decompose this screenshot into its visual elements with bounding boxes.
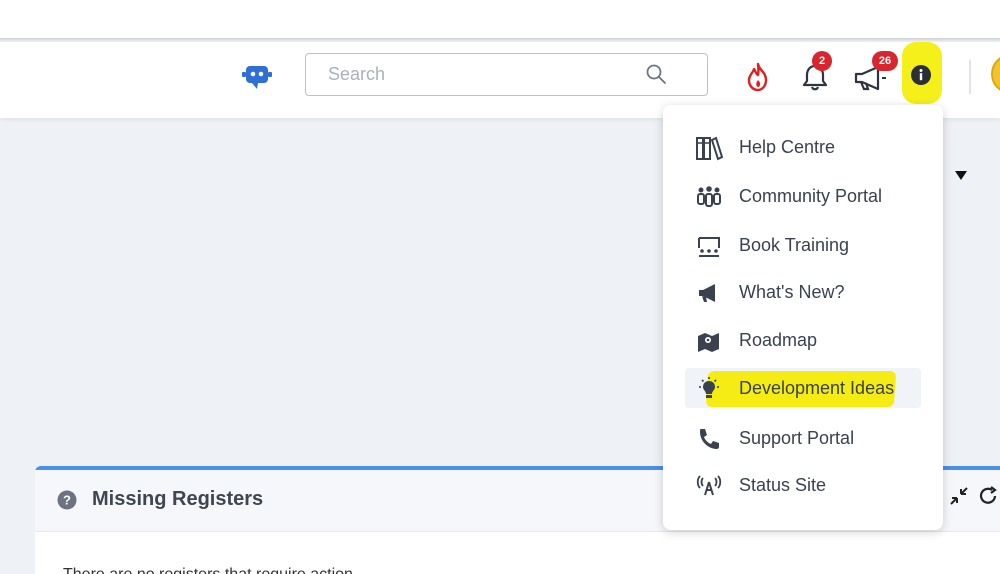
training-icon: [698, 237, 720, 257]
menu-item-label: What's New?: [739, 282, 845, 302]
help-dropdown-menu: Help Centre Community Portal Book Traini…: [663, 105, 943, 530]
menu-item-label: Development Ideas: [739, 378, 895, 398]
browser-top-strip: [0, 0, 1000, 38]
menu-item-label: Book Training: [739, 235, 850, 255]
search-field[interactable]: [305, 53, 708, 96]
menu-item-roadmap[interactable]: Roadmap: [685, 320, 921, 360]
community-icon: [697, 186, 721, 207]
lightbulb-icon: [699, 377, 719, 398]
map-icon: [698, 333, 719, 352]
panel-message: There are no registers that require acti…: [63, 566, 353, 574]
svg-text:?: ?: [63, 493, 71, 508]
help-circle-icon[interactable]: ?: [57, 490, 77, 510]
phone-icon: [700, 429, 719, 449]
menu-item-label: Help Centre: [739, 137, 836, 157]
menu-item-book-training[interactable]: Book Training: [685, 225, 921, 265]
menu-item-label: Community Portal: [739, 186, 883, 206]
menu-item-status-site[interactable]: Status Site: [685, 465, 921, 505]
menu-item-label: Status Site: [739, 475, 827, 495]
caret-down-icon[interactable]: [955, 171, 967, 180]
menu-item-whats-new[interactable]: What's New?: [685, 272, 921, 312]
menu-item-label: Support Portal: [739, 428, 855, 448]
menu-item-development-ideas[interactable]: Development Ideas: [685, 368, 921, 408]
navbar-divider: [969, 60, 971, 94]
announcement-count-badge: 26: [872, 51, 898, 71]
broadcast-icon: [696, 475, 722, 496]
menu-item-support-portal[interactable]: Support Portal: [685, 418, 921, 458]
chatbot-icon[interactable]: [240, 62, 274, 92]
info-icon[interactable]: [910, 64, 932, 86]
collapse-icon[interactable]: [948, 485, 970, 507]
menu-item-help-centre[interactable]: Help Centre: [685, 127, 921, 167]
notification-count-badge: 2: [812, 51, 832, 71]
fire-icon[interactable]: [744, 62, 772, 92]
menu-item-community-portal[interactable]: Community Portal: [685, 176, 921, 216]
books-icon: [696, 136, 723, 161]
search-icon[interactable]: [644, 62, 668, 86]
menu-item-label: Roadmap: [739, 330, 818, 350]
panel-title: Missing Registers: [92, 488, 264, 510]
search-input[interactable]: [328, 54, 648, 95]
refresh-icon[interactable]: [977, 485, 999, 507]
megaphone-icon: [699, 284, 715, 302]
